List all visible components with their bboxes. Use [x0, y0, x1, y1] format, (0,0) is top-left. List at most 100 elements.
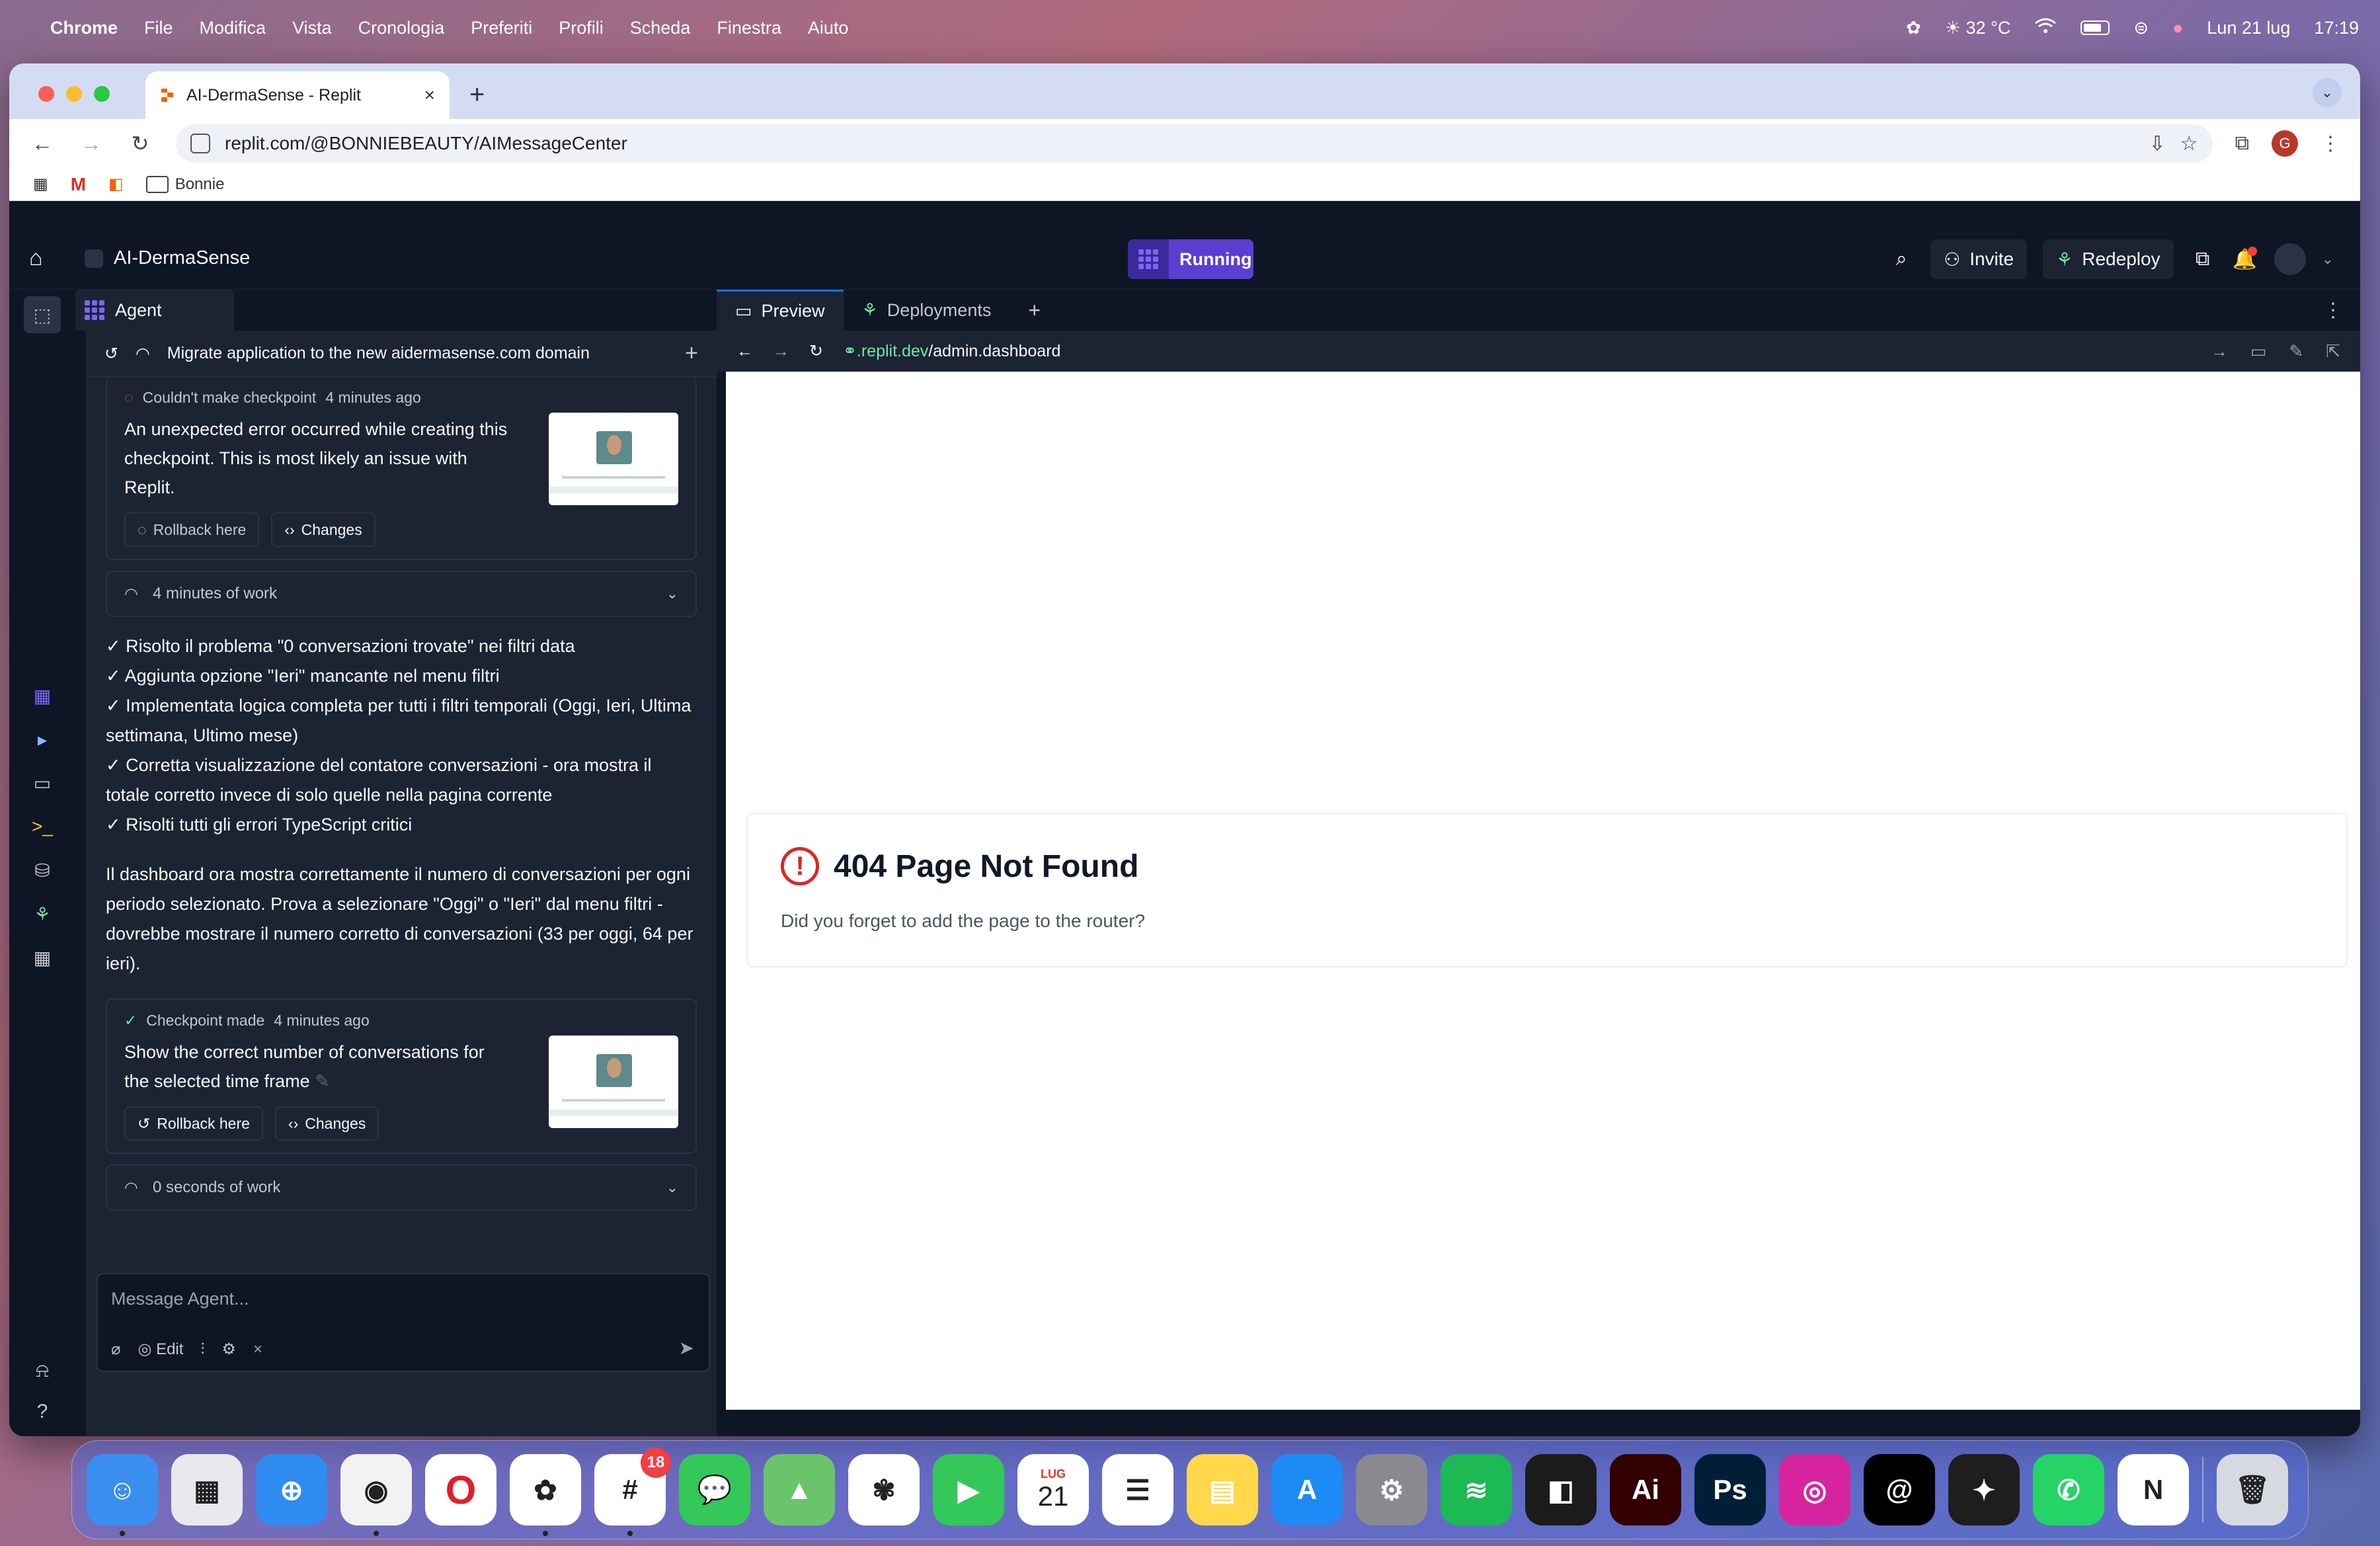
new-thread-button[interactable]: + — [685, 341, 698, 366]
message-input[interactable]: Message Agent... — [111, 1289, 249, 1309]
run-button[interactable]: Running — [1128, 239, 1253, 279]
reload-icon[interactable]: ↻ — [127, 131, 153, 156]
account-chevron-down-icon[interactable]: ⌄ — [2322, 251, 2334, 268]
menu-item-finestra[interactable]: Finestra — [717, 18, 781, 38]
dock-app-maps[interactable]: ▲ — [764, 1454, 835, 1526]
menu-item-aiuto[interactable]: Aiuto — [808, 18, 849, 38]
close-window-button[interactable] — [38, 86, 54, 102]
menu-item-preferiti[interactable]: Preferiti — [471, 18, 532, 38]
all-tools-icon[interactable]: ▦ — [24, 939, 61, 976]
dock-app-notes[interactable]: ▤ — [1187, 1454, 1258, 1526]
new-tab-button[interactable]: + — [469, 80, 485, 110]
tab-agent[interactable]: Agent — [75, 290, 234, 331]
dock-app-chatgpt[interactable]: ✿ — [510, 1454, 581, 1536]
preview-back-icon[interactable]: ← — [736, 342, 753, 361]
checkpoint-screenshot-thumbnail[interactable] — [549, 1036, 678, 1128]
dock-app-slack[interactable]: #18 — [594, 1447, 671, 1536]
tab-preview[interactable]: ▭ Preview — [717, 290, 844, 331]
dock-app-calendar[interactable]: LUG 21 — [1017, 1454, 1089, 1526]
menu-item-profili[interactable]: Profili — [559, 18, 604, 38]
dock-app-opera[interactable]: O — [425, 1454, 496, 1526]
dock-app-messages[interactable]: 💬 — [679, 1454, 750, 1526]
thread-title[interactable]: Migrate application to the new aidermase… — [167, 344, 590, 363]
invite-button[interactable]: ⚇ Invite — [1930, 239, 2028, 279]
install-app-icon[interactable]: ⇩ — [2149, 132, 2166, 155]
siri-icon[interactable]: ● — [2172, 18, 2183, 38]
edit-pencil-icon[interactable]: ✎ — [315, 1071, 330, 1091]
changes-button[interactable]: ‹› Changes — [271, 512, 376, 547]
wifi-icon[interactable] — [2034, 17, 2057, 39]
zoom-window-button[interactable] — [94, 86, 110, 102]
shell-rail-icon[interactable]: >_ — [24, 808, 61, 845]
dock-app-figma[interactable]: ✦ — [1948, 1454, 2020, 1526]
extensions-puzzle-icon[interactable]: ⧉ — [2235, 132, 2249, 155]
battery-icon[interactable] — [2081, 20, 2110, 35]
dock-app-whatsapp[interactable]: ✆ — [2033, 1454, 2104, 1526]
bookmark-star-icon[interactable]: ☆ — [2180, 132, 2198, 155]
dock-app-photoshop[interactable]: Ps — [1694, 1454, 1766, 1526]
deployments-rail-icon[interactable]: ⚘ — [24, 895, 61, 932]
message-composer[interactable]: Message Agent... ⌀ ◎ Edit ⫶ ⚙ × ➤ — [97, 1273, 710, 1372]
alerts-icon[interactable]: ⍾ — [36, 1360, 49, 1382]
menubar-time[interactable]: 17:19 — [2314, 18, 2359, 38]
files-cursor-icon[interactable]: ⬚ — [24, 296, 61, 333]
rollback-button[interactable]: ↺ Rollback here — [124, 1106, 263, 1141]
extended-thinking-icon[interactable]: ⚙ — [221, 1340, 236, 1359]
more-options-icon[interactable]: ⋮ — [2323, 299, 2343, 322]
apps-grid-icon[interactable]: ▦ — [33, 175, 48, 194]
notifications-bell-icon[interactable]: 🔔 — [2232, 246, 2258, 271]
dock-app-illustrator[interactable]: Ai — [1610, 1454, 1681, 1526]
dock-app-notion[interactable]: N — [2118, 1454, 2189, 1526]
menu-item-scheda[interactable]: Scheda — [630, 18, 691, 38]
user-avatar[interactable] — [2274, 243, 2306, 275]
weather-widget[interactable]: ☀ 32 °C — [1945, 18, 2011, 38]
attach-paperclip-icon[interactable]: ⌀ — [111, 1340, 120, 1359]
redeploy-button[interactable]: ⚘ Redeploy — [2043, 239, 2174, 279]
device-view-icon[interactable]: ▭ — [2250, 341, 2267, 362]
profile-avatar[interactable]: G — [2272, 130, 2298, 157]
agent-rail-icon[interactable]: ▦ — [24, 677, 61, 714]
minimize-window-button[interactable] — [66, 86, 82, 102]
webview-rail-icon[interactable]: ▭ — [24, 764, 61, 801]
work-summary-collapsed[interactable]: ◠ 4 minutes of work ⌄ — [106, 571, 697, 617]
chatgpt-status-icon[interactable]: ✿ — [1906, 18, 1921, 38]
chat-scroll[interactable]: ◌ Couldn't make checkpoint 4 minutes ago… — [86, 377, 717, 1237]
dock-app-reminders[interactable]: ☰ — [1102, 1454, 1173, 1526]
assistant-rail-icon[interactable]: ▸ — [24, 721, 61, 758]
bookmark-folder-bonnie[interactable]: Bonnie — [145, 175, 224, 194]
chrome-menu-icon[interactable]: ⋮ — [2320, 132, 2340, 155]
control-center-icon[interactable]: ⊜ — [2133, 18, 2149, 38]
search-icon[interactable]: ⌕ — [1888, 248, 1915, 270]
preview-reload-icon[interactable]: ↻ — [809, 341, 823, 361]
history-icon[interactable]: ↺ — [104, 344, 118, 364]
dock-app-threads[interactable]: @ — [1864, 1454, 1935, 1526]
forward-arrow-icon[interactable]: → — [78, 132, 104, 156]
tab-search-button[interactable]: ⌄ — [2313, 78, 2342, 107]
menu-item-file[interactable]: File — [144, 18, 173, 38]
tab-deployments[interactable]: ⚘ Deployments — [844, 290, 1010, 331]
browser-tab-active[interactable]: AI-DermaSense - Replit × — [145, 71, 450, 119]
dock-app-chrome[interactable]: ◉ — [340, 1454, 412, 1536]
dock-app-trash[interactable]: 🗑 — [2217, 1454, 2288, 1526]
remove-option-icon[interactable]: × — [253, 1340, 262, 1359]
replit-bookmark-icon[interactable]: ◧ — [108, 175, 124, 194]
preview-viewport[interactable]: ! 404 Page Not Found Did you forget to a… — [726, 372, 2360, 1410]
rollback-button[interactable]: ◌ Rollback here — [124, 512, 260, 547]
menu-item-modifica[interactable]: Modifica — [200, 18, 266, 38]
dock-app-replit[interactable]: ◧ — [1525, 1454, 1597, 1526]
back-arrow-icon[interactable]: ← — [29, 132, 56, 156]
edit-mode-button[interactable]: ◎ Edit — [138, 1340, 183, 1359]
menu-item-cronologia[interactable]: Cronologia — [358, 18, 445, 38]
dock-app-instagram[interactable]: ◎ — [1779, 1454, 1850, 1526]
menu-app-name[interactable]: Chrome — [50, 18, 118, 38]
open-new-tab-icon[interactable]: ⇱ — [2326, 341, 2340, 362]
home-icon[interactable]: ⌂ — [29, 245, 58, 271]
menubar-date[interactable]: Lun 21 lug — [2207, 18, 2290, 38]
go-arrow-icon[interactable]: → — [2211, 341, 2228, 362]
devtools-wrench-icon[interactable]: ✎ — [2289, 341, 2303, 362]
close-tab-icon[interactable]: × — [424, 85, 435, 106]
dock-app-app-store[interactable]: A — [1271, 1454, 1343, 1526]
dock-app-system-settings[interactable]: ⚙ — [1356, 1454, 1427, 1526]
address-bar-url[interactable]: replit.com/@BONNIEBEAUTY/AIMessageCenter — [225, 133, 2135, 154]
dock-app-launchpad[interactable]: ▦ — [171, 1454, 243, 1526]
